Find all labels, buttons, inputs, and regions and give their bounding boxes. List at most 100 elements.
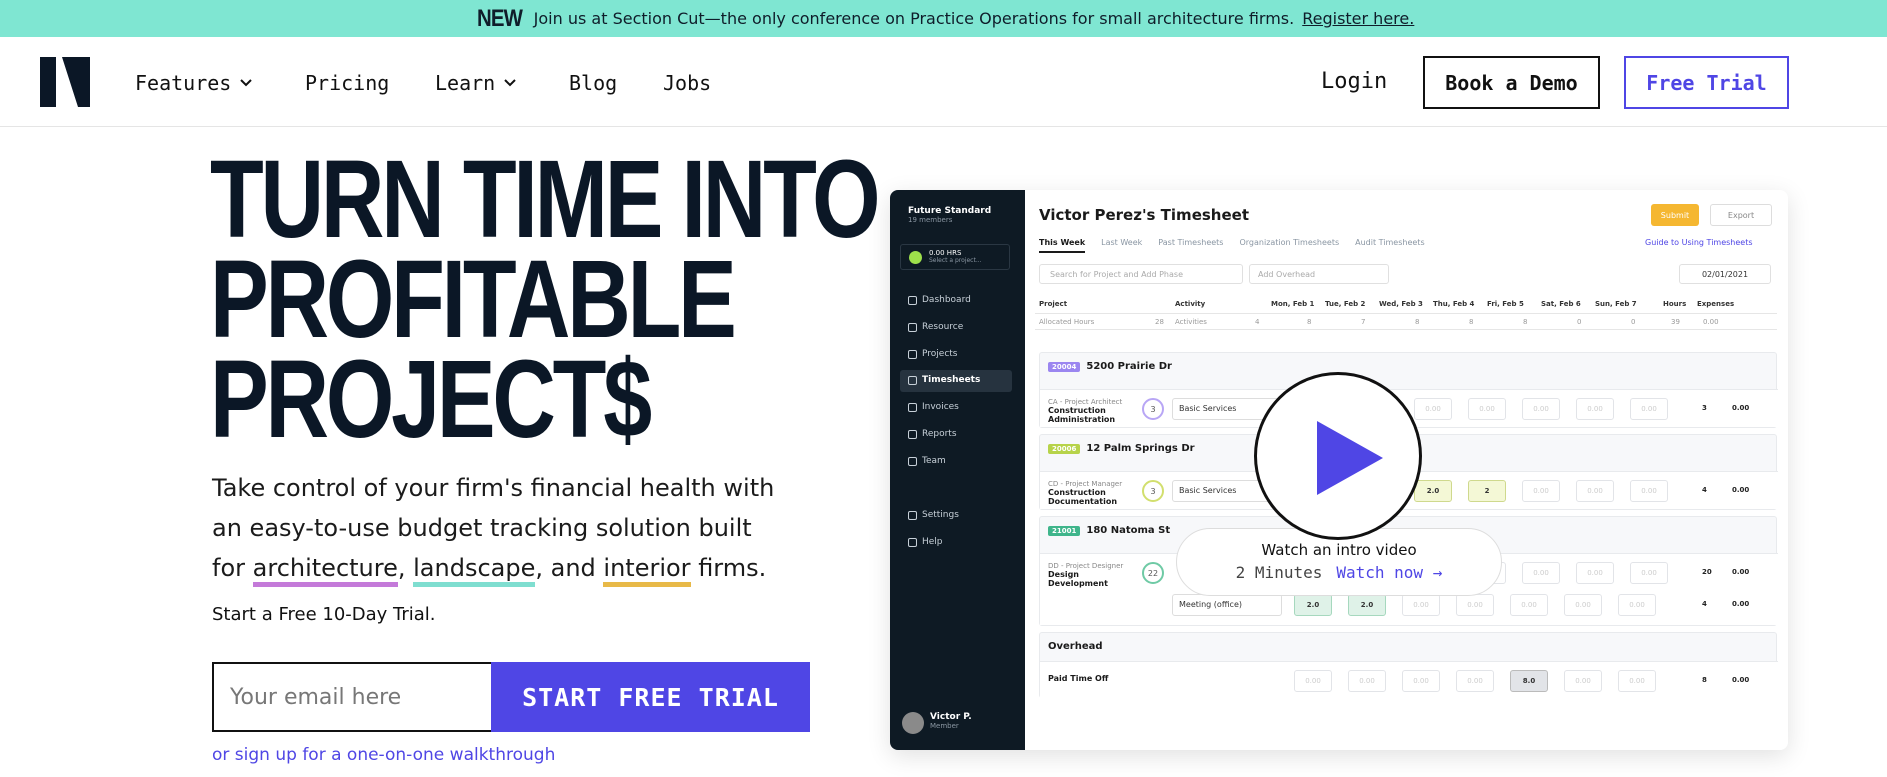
- role-label: CA - Project Architect: [1048, 398, 1123, 406]
- phase-role: CA - Project Architect Construction Admin…: [1048, 398, 1128, 424]
- nav-jobs[interactable]: Jobs: [663, 71, 711, 95]
- tab-this-week: This Week: [1039, 238, 1086, 253]
- project-code: 21001: [1048, 525, 1081, 536]
- timer-icon: [909, 251, 922, 264]
- alloc-value: 8: [1307, 318, 1312, 326]
- avatar: [902, 712, 924, 734]
- watch-now-link[interactable]: Watch now →: [1336, 563, 1442, 582]
- register-link[interactable]: Register here.: [1302, 9, 1414, 28]
- nav-learn-label: Learn: [435, 71, 496, 95]
- hour-cell: 0.00: [1402, 670, 1440, 692]
- book-demo-button[interactable]: Book a Demo: [1423, 56, 1600, 109]
- alloc-value: 0: [1631, 318, 1636, 326]
- phase-role: DD - Project Designer Design Development: [1048, 562, 1128, 588]
- col-hours: Hours: [1663, 300, 1687, 308]
- project-search: Search for Project and Add Phase: [1039, 264, 1243, 284]
- phase-name: Construction Documentation: [1048, 488, 1118, 506]
- nav-pricing[interactable]: Pricing: [305, 71, 389, 95]
- brand-logo[interactable]: [40, 57, 90, 107]
- sidebar-item-timesheets: Timesheets: [900, 370, 1012, 392]
- project-header: 20004 5200 Prairie Dr: [1048, 361, 1172, 372]
- date-picker: 02/01/2021: [1679, 264, 1771, 284]
- top-nav: Features Pricing Learn Blog Jobs Login B…: [0, 37, 1887, 127]
- hour-cell: 0.00: [1402, 594, 1440, 616]
- sidebar-item-label: Projects: [922, 349, 958, 359]
- hour-cell: 2.0: [1414, 480, 1452, 502]
- reports-icon: [908, 430, 917, 439]
- project-name: 180 Natoma St: [1086, 525, 1171, 536]
- walkthrough-link[interactable]: or sign up for a one-on-one walkthrough: [212, 745, 555, 765]
- col-thu: Thu, Feb 4: [1433, 300, 1475, 308]
- resource-icon: [908, 323, 917, 332]
- dashboard-icon: [908, 296, 917, 305]
- tab-organization-timesheets: Organization Timesheets: [1239, 238, 1340, 247]
- hour-cell: 2.0: [1348, 594, 1386, 616]
- hour-cell: 0.00: [1522, 562, 1560, 584]
- alloc-value: 8: [1523, 318, 1528, 326]
- nav-features[interactable]: Features: [135, 71, 253, 95]
- role-label: DD - Project Designer: [1048, 562, 1124, 570]
- timer-hours: 0.00 HRS: [929, 249, 962, 257]
- user-profile: Victor P. Member: [902, 712, 972, 734]
- nav-blog[interactable]: Blog: [569, 71, 617, 95]
- sidebar-item-label: Settings: [922, 510, 959, 520]
- hour-cell: 0.00: [1576, 480, 1614, 502]
- email-input[interactable]: Your email here: [212, 662, 491, 732]
- sidebar-item-label: Reports: [922, 429, 957, 439]
- free-trial-button[interactable]: Free Trial: [1624, 56, 1789, 109]
- row-hours: 20: [1702, 568, 1712, 576]
- hour-cell: 0.00: [1576, 562, 1614, 584]
- allocated-row: Allocated Hours 28 Activities 4 8 7 8 8 …: [1035, 314, 1777, 330]
- hour-cell: 2: [1468, 480, 1506, 502]
- tab-last-week: Last Week: [1101, 238, 1143, 247]
- sidebar-item-invoices: Invoices: [900, 397, 1012, 419]
- alloc-value: 8: [1469, 318, 1474, 326]
- sidebar-item-label: Invoices: [922, 402, 959, 412]
- sidebar-item-settings: Settings: [900, 505, 1012, 527]
- col-tue: Tue, Feb 2: [1325, 300, 1366, 308]
- highlight-interior: interior: [603, 554, 691, 587]
- announcement-banner: NEW Join us at Section Cut—the only conf…: [0, 0, 1887, 37]
- hour-cell: 0.00: [1348, 670, 1386, 692]
- hour-cell: 0.00: [1630, 562, 1668, 584]
- hour-cell: 0.00: [1564, 670, 1602, 692]
- hour-cell: 0.00: [1414, 398, 1452, 420]
- nav-features-label: Features: [135, 71, 232, 95]
- row-expenses: 0.00: [1732, 676, 1750, 684]
- login-link[interactable]: Login: [1321, 69, 1387, 94]
- hour-cell: 0.00: [1456, 594, 1494, 616]
- banner-message: Join us at Section Cut—the only conferen…: [533, 9, 1295, 28]
- project-header: 20006 12 Palm Springs Dr: [1048, 443, 1195, 454]
- col-project: Project: [1039, 300, 1068, 308]
- play-video-button[interactable]: [1254, 372, 1422, 540]
- hero-desc-end: firms.: [698, 554, 767, 582]
- hour-cell: 0.00: [1576, 398, 1614, 420]
- tab-audit-timesheets: Audit Timesheets: [1355, 238, 1425, 247]
- row-expenses: 0.00: [1732, 404, 1750, 412]
- highlight-landscape: landscape: [413, 554, 536, 587]
- row-hours: 4: [1702, 486, 1707, 494]
- table-header: Project Activity Mon, Feb 1 Tue, Feb 2 W…: [1035, 294, 1777, 314]
- sidebar-item-label: Help: [922, 537, 943, 547]
- alloc-activities: Activities: [1175, 318, 1207, 326]
- phase-name: Construction Administration: [1048, 406, 1116, 424]
- app-sidebar: Future Standard 19 members 0.00 HRS Sele…: [890, 190, 1025, 750]
- overhead-row-label: Paid Time Off: [1048, 674, 1128, 683]
- hour-cell: 0.00: [1294, 670, 1332, 692]
- hour-cell: 0.00: [1522, 398, 1560, 420]
- timer-project: Select a project...: [929, 257, 982, 264]
- phase-count: 22: [1142, 562, 1164, 584]
- video-caption-meta: 2 Minutes Watch now →: [1177, 563, 1501, 582]
- project-name: 12 Palm Springs Dr: [1086, 443, 1195, 454]
- sidebar-item-team: Team: [900, 451, 1012, 473]
- nav-learn[interactable]: Learn: [435, 71, 517, 95]
- hour-cell: 0.00: [1618, 670, 1656, 692]
- new-badge: NEW: [476, 4, 523, 32]
- project-name: 5200 Prairie Dr: [1086, 361, 1172, 372]
- alloc-value: 0: [1577, 318, 1582, 326]
- overhead-group: Overhead Paid Time Off 0.00 0.00 0.00 0.…: [1039, 632, 1778, 699]
- help-icon: [908, 538, 917, 547]
- start-free-trial-button[interactable]: START FREE TRIAL: [491, 662, 810, 732]
- phase-count: 3: [1142, 398, 1164, 420]
- hero-description: Take control of your firm's financial he…: [212, 468, 792, 588]
